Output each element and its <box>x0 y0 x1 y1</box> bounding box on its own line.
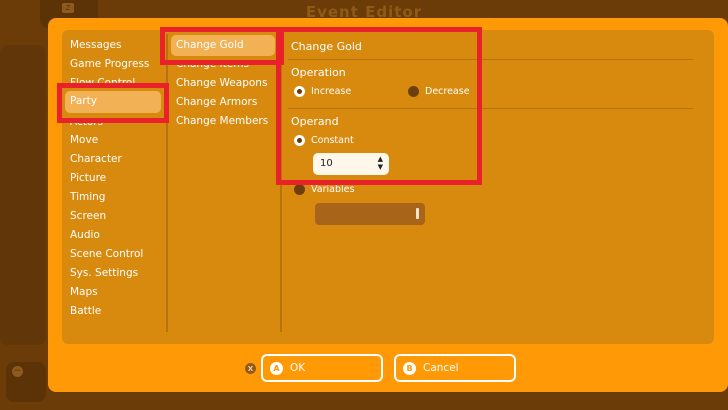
b-button-icon: B <box>403 361 416 375</box>
cancel-label: Cancel <box>423 362 459 374</box>
operand-variables-label: Variables <box>311 184 355 195</box>
x-button-icon[interactable]: X <box>245 363 256 374</box>
operand-variables-option[interactable]: Variables <box>294 184 354 195</box>
category-battle[interactable]: Battle <box>70 305 101 318</box>
command-change-weapons[interactable]: Change Weapons <box>176 77 267 90</box>
highlight-change-gold <box>160 27 284 65</box>
highlight-party <box>57 83 169 123</box>
category-game-progress[interactable]: Game Progress <box>70 58 149 71</box>
command-change-armors[interactable]: Change Armors <box>176 96 257 109</box>
highlight-detail <box>276 27 482 185</box>
background-minus-icon: − <box>12 366 23 377</box>
category-scene-control[interactable]: Scene Control <box>70 248 143 261</box>
category-audio[interactable]: Audio <box>70 229 100 242</box>
background-card-left <box>0 45 46 345</box>
cancel-button[interactable]: B Cancel <box>394 354 516 382</box>
category-timing[interactable]: Timing <box>70 191 105 204</box>
ok-label: OK <box>290 362 306 374</box>
category-picture[interactable]: Picture <box>70 172 106 185</box>
category-move[interactable]: Move <box>70 134 98 147</box>
command-change-members[interactable]: Change Members <box>176 115 268 128</box>
a-button-icon: A <box>270 361 283 375</box>
ok-button[interactable]: A OK <box>261 354 383 382</box>
category-divider <box>166 34 168 332</box>
variables-dropdown[interactable] <box>315 203 425 225</box>
category-screen[interactable]: Screen <box>70 210 106 223</box>
category-messages[interactable]: Messages <box>70 39 122 52</box>
radio-unselected-icon <box>294 184 305 195</box>
dropdown-handle-icon <box>416 208 419 219</box>
category-maps[interactable]: Maps <box>70 286 98 299</box>
category-sys-settings[interactable]: Sys. Settings <box>70 267 138 280</box>
category-character[interactable]: Character <box>70 153 122 166</box>
